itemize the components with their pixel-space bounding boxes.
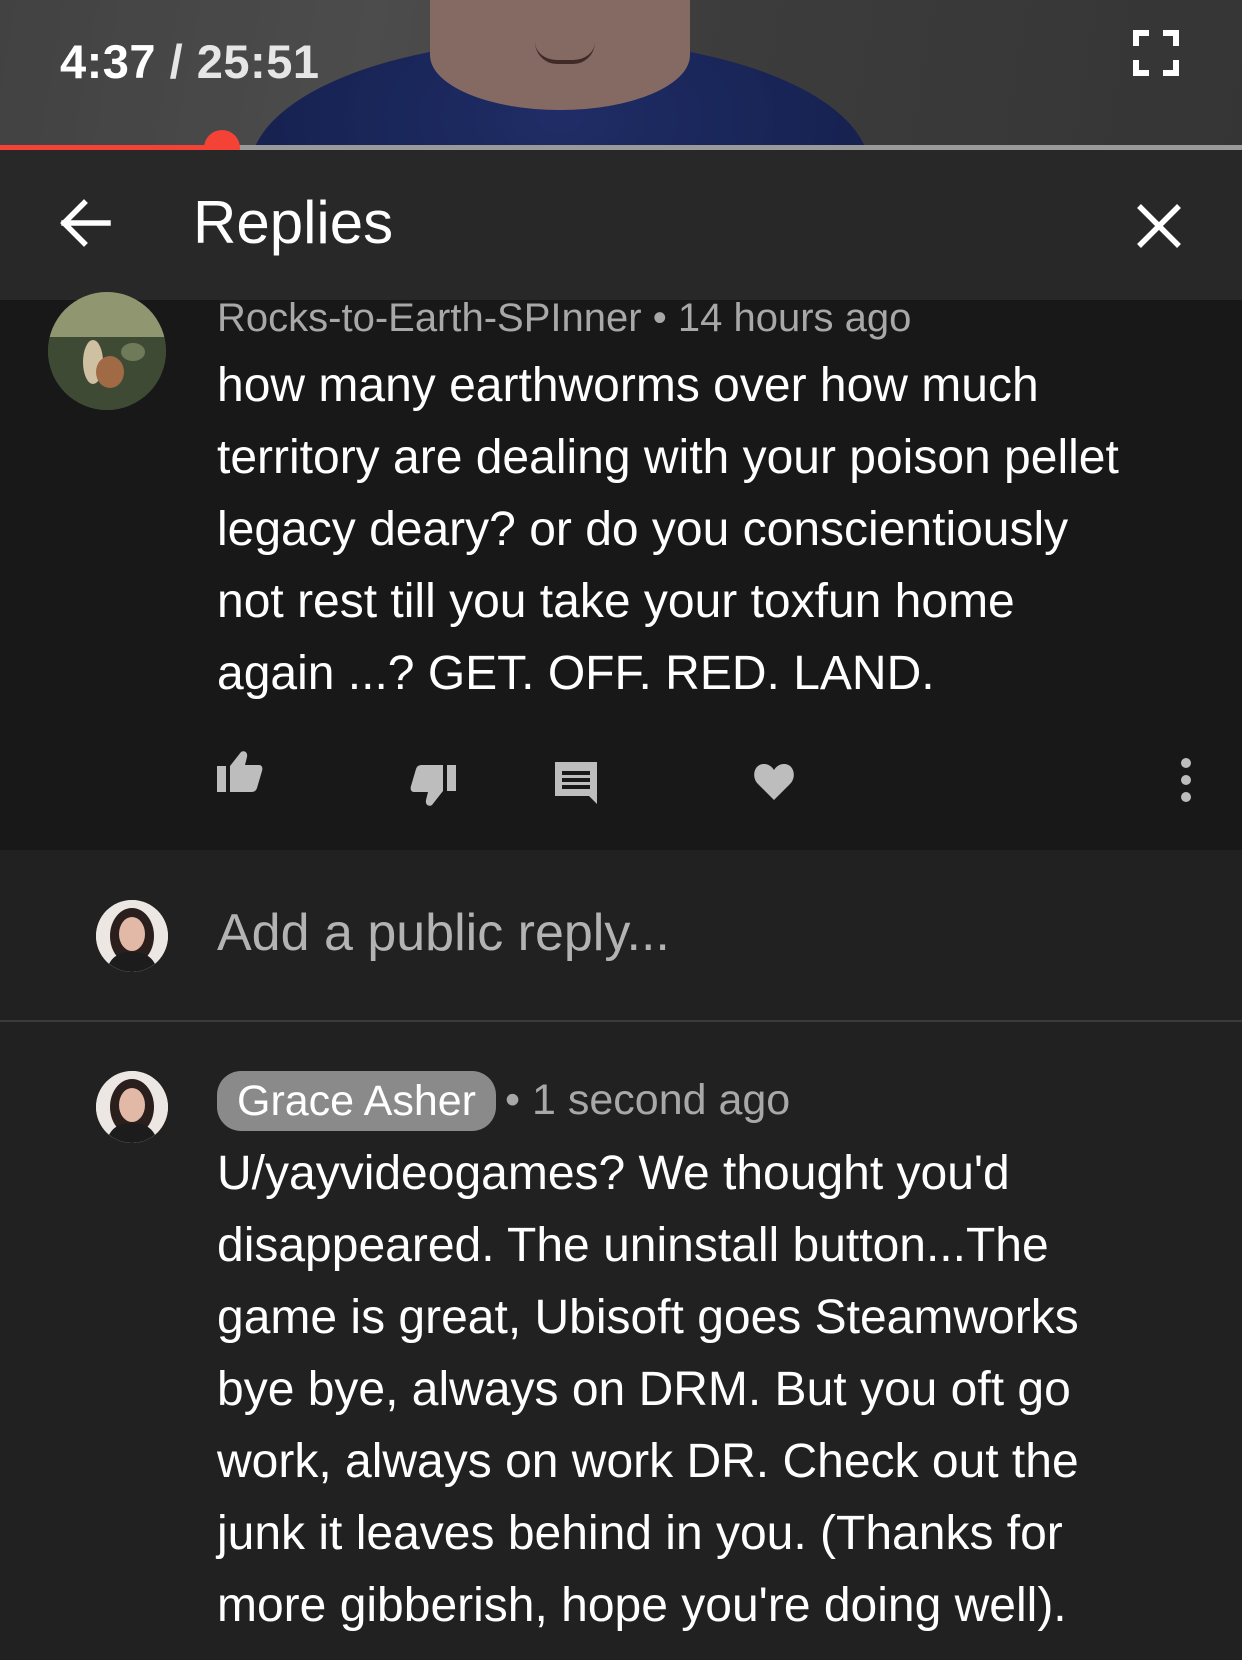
comment-line: junk it leaves behind in you. (Thanks fo… [217,1507,1063,1560]
duration: 25:51 [196,35,320,88]
comment-line: how many earthworms over how much [217,359,1039,412]
meta-bullet: • [652,296,667,340]
heart-icon[interactable] [753,762,795,800]
comment-body: how many earthworms over how much territ… [217,350,1217,710]
comment-meta: Rocks-to-Earth-SPInner • 14 hours ago [217,296,911,341]
comment-line: U/yayvideogames? We thought you'd [217,1147,1010,1200]
thumbs-up-icon[interactable] [217,750,263,792]
arrow-left-icon[interactable] [58,196,112,250]
comment-author[interactable]: Rocks-to-Earth-SPInner [217,296,642,340]
comment-time: 14 hours ago [677,296,912,340]
comment-time: 1 second ago [532,1076,791,1124]
page-title: Replies [193,189,394,256]
divider [0,1020,1242,1022]
current-time: 4:37 [60,35,157,88]
comment-body: U/yayvideogames? We thought you'd disapp… [217,1138,1217,1642]
meta-bullet: • [505,1076,521,1124]
comment-line: game is great, Ubisoft goes Steamworks [217,1291,1079,1344]
thumbs-down-icon[interactable] [410,765,456,807]
comment-meta: • 1 second ago [505,1076,790,1125]
avatar[interactable] [96,900,168,972]
fullscreen-icon[interactable] [1133,30,1179,76]
avatar-image [48,292,166,410]
comment-line: legacy deary? or do you conscientiously [217,503,1069,556]
comment-line: more gibberish, hope you're doing well). [217,1579,1067,1632]
reply-input[interactable]: Add a public reply... [217,903,670,963]
comment-line: not rest till you take your toxfun home [217,575,1015,628]
time-separator: / [169,35,184,88]
comment-line: territory are dealing with your poison p… [217,431,1119,484]
comment-line: bye bye, always on DRM. But you oft go [217,1363,1071,1416]
avatar-image [96,1071,168,1143]
close-icon[interactable] [1133,200,1185,252]
time-display: 4:37 / 25:51 [60,34,319,89]
comment-line: again ...? GET. OFF. RED. LAND. [217,647,935,700]
reply-icon[interactable] [555,762,597,804]
avatar-image [96,900,168,972]
replies-header [0,150,1242,300]
avatar[interactable] [96,1071,168,1143]
comment-line: disappeared. The uninstall button...The [217,1219,1049,1272]
avatar[interactable] [48,292,166,410]
comment-line: work, always on work DR. Check out the [217,1435,1079,1488]
author-chip[interactable]: Grace Asher [217,1071,496,1131]
more-vert-icon[interactable] [1179,757,1193,803]
